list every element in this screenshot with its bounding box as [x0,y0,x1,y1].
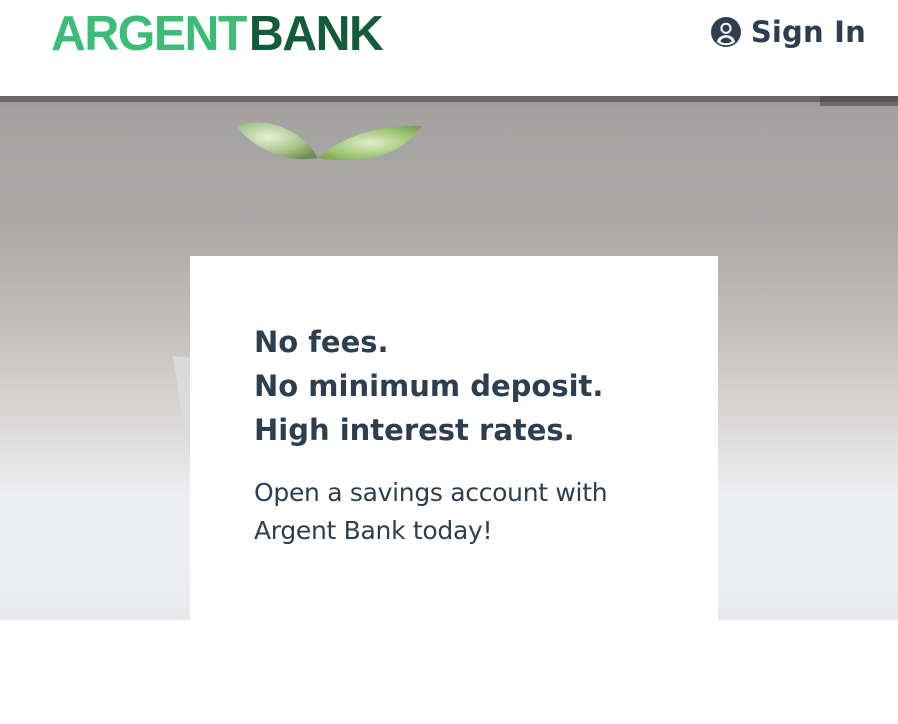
promo-headline: No fees. No minimum deposit. High intere… [254,320,654,452]
promo-subtitle: Open a savings account with Argent Bank … [254,478,608,545]
headline-line: No minimum deposit. [254,369,604,403]
logo-text-argent: ARGENT [51,6,247,61]
headline-line: High interest rates. [254,413,575,447]
promo-card: No fees. No minimum deposit. High intere… [190,256,718,620]
headline-line: No fees. [254,325,389,359]
hero-banner: No fees. No minimum deposit. High intere… [0,96,898,620]
logo-text-bank: BANK [248,6,384,61]
user-circle-icon [710,17,741,47]
argent-bank-logo[interactable]: ARGENT BANK [51,6,384,61]
page-bottom-space [0,620,898,724]
site-header: ARGENT BANK Sign In [0,0,898,96]
page: ARGENT BANK Sign In No fees. No minimum … [0,0,898,724]
sign-in-label: Sign In [750,15,866,49]
sign-in-link[interactable]: Sign In [710,13,866,51]
